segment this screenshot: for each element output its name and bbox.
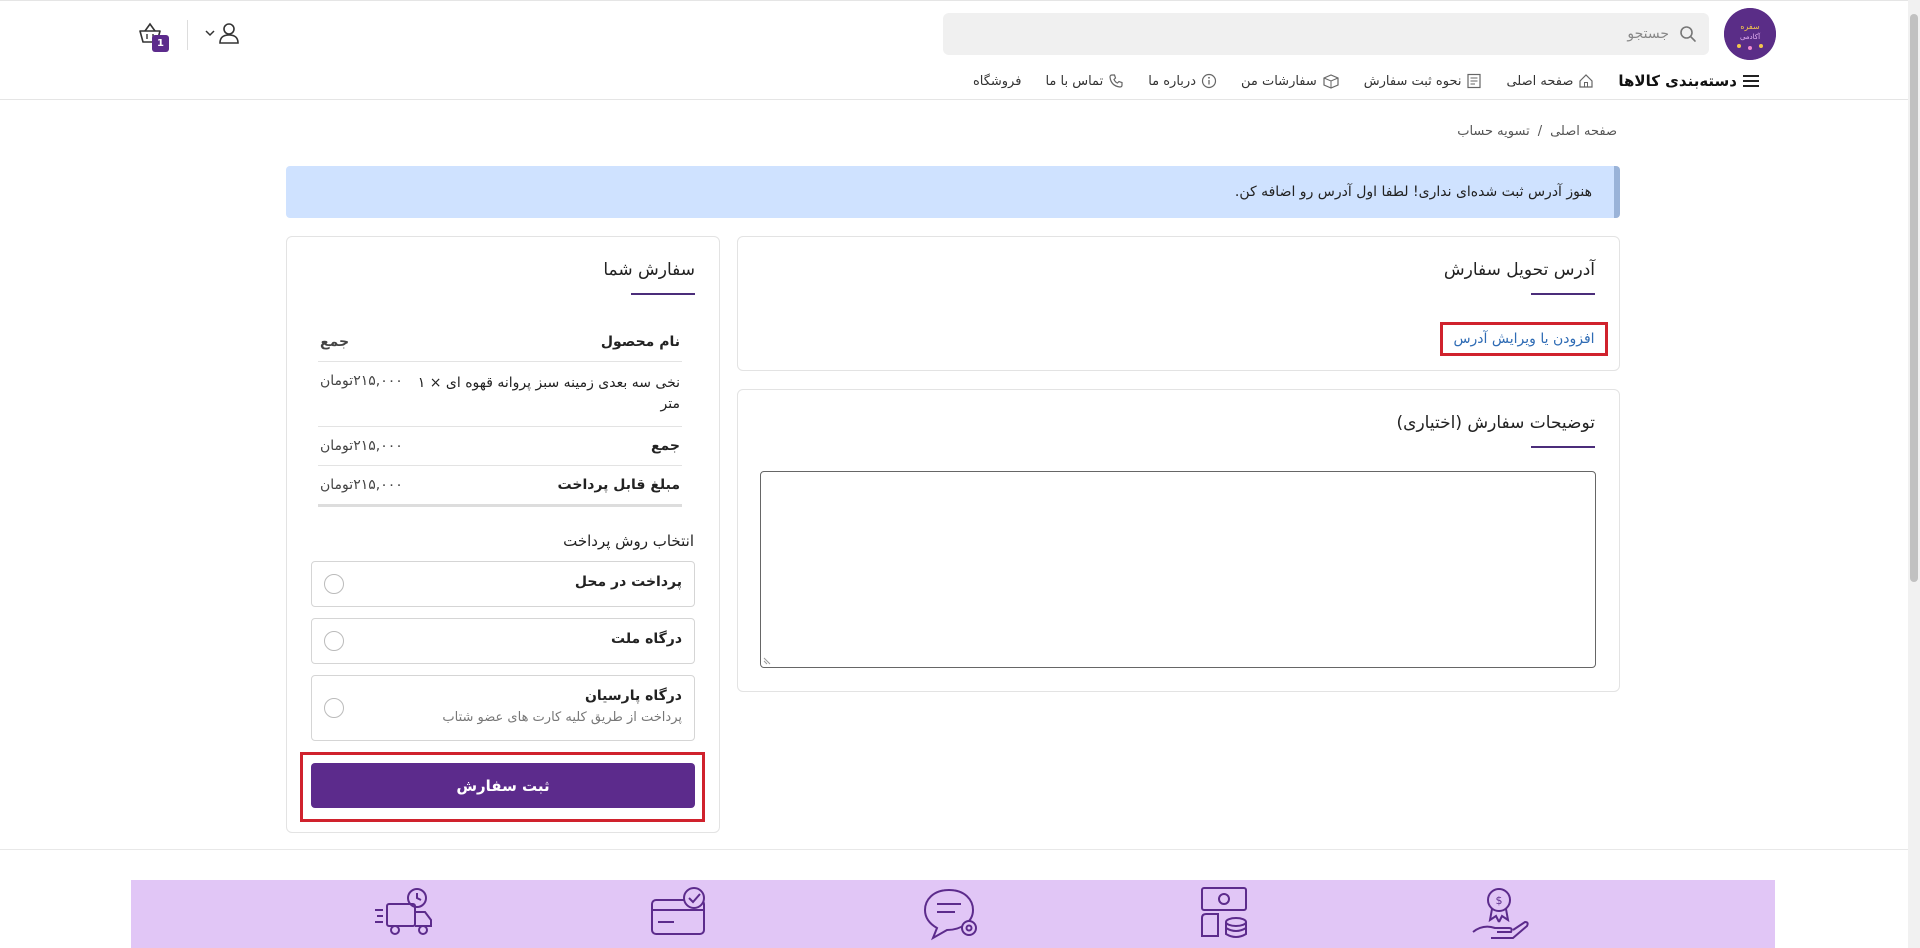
payment-option-mellat[interactable]: درگاه ملت: [311, 618, 695, 664]
box-icon: [1323, 74, 1339, 89]
logo-text-1: سفره: [1740, 22, 1760, 31]
notes-title-underline: [1531, 446, 1595, 448]
site-logo[interactable]: سفره آکادمی: [1724, 8, 1776, 60]
info-icon: [1201, 73, 1217, 89]
submit-order-label: ثبت سفارش: [456, 776, 550, 795]
subtotal-row: جمع ۲۱۵,۰۰۰تومان: [318, 426, 682, 466]
search-bar[interactable]: جستجو: [943, 13, 1709, 55]
nav-item-about[interactable]: درباره ما: [1148, 73, 1217, 89]
order-title-underline: [631, 293, 695, 295]
line-item-price: ۲۱۵,۰۰۰تومان: [318, 361, 405, 427]
no-address-alert: هنوز آدرس ثبت شده‌ای نداری! لطفا اول آدر…: [286, 166, 1620, 218]
home-icon: [1579, 74, 1593, 88]
line-item-product: نخی سه بعدی زمینه سبز پروانه قهوه ای × ۱…: [404, 361, 682, 427]
payment-method-title: انتخاب روش پرداخت: [563, 532, 694, 550]
nav-item-shop[interactable]: فروشگاه: [973, 74, 1022, 89]
hamburger-icon: [1743, 75, 1759, 87]
subtotal-amount: ۲۱۵,۰۰۰: [353, 438, 403, 454]
payment-cod-radio[interactable]: [324, 574, 344, 594]
nav-item-my-orders[interactable]: سفارشات من: [1241, 73, 1340, 89]
nav-how-to-order-label: نحوه ثبت سفارش: [1363, 73, 1462, 89]
breadcrumb-home[interactable]: صفحه اصلی: [1550, 124, 1617, 139]
line-item-qty: × ۱: [417, 375, 442, 391]
payable-currency: تومان: [320, 477, 354, 493]
top-border: [0, 0, 1908, 1]
search-icon: [1680, 26, 1696, 42]
logo-text-2: آکادمی: [1740, 32, 1761, 41]
payment-option-parsian[interactable]: درگاه پارسیان پرداخت از طریق کلیه کارت ه…: [311, 675, 695, 741]
address-card-title: آدرس تحویل سفارش: [1443, 260, 1595, 280]
subtotal-label: جمع: [404, 426, 682, 466]
payment-option-mellat-label: درگاه ملت: [611, 631, 682, 647]
scrollbar-thumb[interactable]: [1910, 14, 1918, 582]
payment-option-cod[interactable]: پرداخت در محل: [311, 561, 695, 607]
main-nav: دسته‌بندی کالاها صفحه اصلی نحوه ثبت سفار…: [973, 72, 1760, 90]
payment-option-parsian-sub: پرداخت از طریق کلیه کارت های عضو شتاب: [442, 710, 682, 725]
add-edit-address-link[interactable]: افزودن یا ویرایش آدرس: [1440, 322, 1608, 356]
phone-icon: [1109, 74, 1123, 88]
order-line-item: نخی سه بعدی زمینه سبز پروانه قهوه ای × ۱…: [318, 361, 682, 427]
subtotal-value: ۲۱۵,۰۰۰تومان: [318, 426, 405, 466]
payable-value: ۲۱۵,۰۰۰تومان: [318, 465, 405, 507]
breadcrumb-separator: /: [1537, 124, 1543, 139]
add-edit-address-label: افزودن یا ویرایش آدرس: [1453, 331, 1595, 347]
payment-mellat-radio[interactable]: [324, 631, 344, 651]
payable-row: مبلغ قابل پرداخت ۲۱۵,۰۰۰تومان: [318, 465, 682, 507]
nav-categories[interactable]: دسته‌بندی کالاها: [1618, 72, 1760, 90]
nav-contact-label: تماس با ما: [1045, 73, 1104, 89]
svg-text:$: $: [1496, 894, 1503, 907]
line-item-name: نخی سه بعدی زمینه سبز پروانه قهوه ای: [445, 375, 680, 391]
chevron-down-icon: [205, 30, 215, 37]
line-item-price-value: ۲۱۵,۰۰۰: [353, 373, 403, 389]
order-notes-title: توضیحات سفارش (اختیاری): [1396, 413, 1595, 433]
breadcrumb: صفحه اصلی / تسویه حساب: [1457, 124, 1617, 139]
header-divider: [187, 20, 188, 50]
order-notes-textarea[interactable]: [760, 471, 1596, 668]
nav-home-label: صفحه اصلی: [1506, 73, 1574, 89]
payment-option-cod-label: پرداخت در محل: [574, 574, 682, 590]
payment-parsian-radio[interactable]: [324, 698, 344, 718]
content-divider: [0, 849, 1908, 850]
money-back-icon: [1201, 887, 1247, 938]
document-icon: [1467, 73, 1482, 89]
order-table: نام محصول جمع نخی سه بعدی زمینه سبز پروا…: [318, 323, 682, 507]
user-icon: [219, 23, 239, 44]
header-bottom-border: [0, 99, 1908, 100]
support-chat-icon: [923, 888, 977, 941]
col-total: جمع: [318, 323, 405, 362]
account-menu[interactable]: [205, 22, 240, 44]
fast-delivery-icon: [375, 888, 432, 935]
cart-count-badge: 1: [152, 35, 169, 52]
nav-item-home[interactable]: صفحه اصلی: [1506, 73, 1594, 89]
order-table-header: نام محصول جمع: [318, 323, 682, 362]
resize-handle-icon[interactable]: [763, 655, 773, 665]
cart-button[interactable]: 1: [138, 20, 170, 54]
breadcrumb-current: تسویه حساب: [1457, 124, 1530, 139]
quality-guarantee-icon: $: [1472, 888, 1529, 939]
payable-label: مبلغ قابل پرداخت: [404, 465, 682, 507]
search-input[interactable]: جستجو: [1627, 26, 1669, 42]
order-summary-title: سفارش شما: [603, 260, 695, 280]
subtotal-currency: تومان: [320, 438, 354, 454]
secure-payment-icon: [651, 887, 705, 935]
nav-item-how-to-order[interactable]: نحوه ثبت سفارش: [1364, 73, 1483, 89]
logo-image: سفره آکادمی: [1724, 8, 1776, 60]
payment-option-parsian-label: درگاه پارسیان: [584, 688, 682, 704]
line-item-currency: تومان: [320, 373, 354, 389]
line-item-unit: متر: [660, 396, 680, 412]
alert-message: هنوز آدرس ثبت شده‌ای نداری! لطفا اول آدر…: [1234, 184, 1592, 200]
address-title-underline: [1531, 293, 1595, 295]
payable-amount: ۲۱۵,۰۰۰: [353, 477, 403, 493]
nav-about-label: درباره ما: [1148, 73, 1196, 89]
submit-order-button[interactable]: ثبت سفارش: [311, 763, 695, 808]
nav-categories-label: دسته‌بندی کالاها: [1618, 72, 1737, 90]
nav-shop-label: فروشگاه: [972, 73, 1022, 89]
col-product-name: نام محصول: [404, 323, 682, 362]
nav-item-contact[interactable]: تماس با ما: [1045, 73, 1124, 89]
nav-my-orders-label: سفارشات من: [1240, 73, 1317, 89]
